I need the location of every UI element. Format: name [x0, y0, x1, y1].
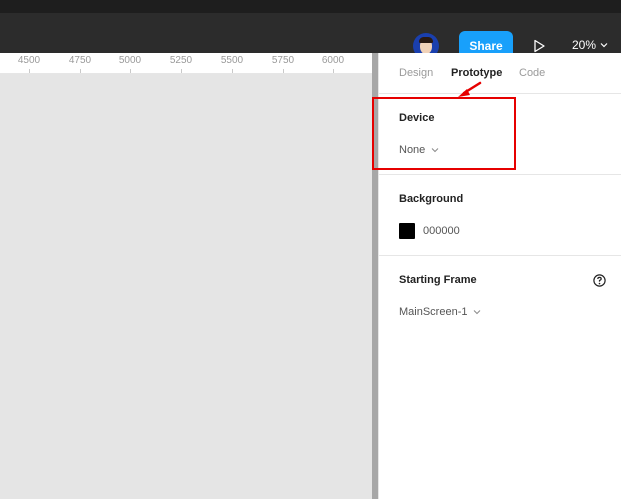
background-section: Background 000000 — [379, 175, 621, 256]
top-toolbar: Share 20% — [0, 13, 621, 61]
ruler-label: 5000 — [118, 55, 142, 66]
starting-frame-select[interactable]: MainScreen-1 — [399, 306, 481, 318]
ruler-tick — [232, 69, 233, 73]
ruler-label: 5500 — [220, 55, 244, 66]
horizontal-ruler: 4500 4750 5000 5250 5500 5750 6000 62 — [0, 53, 372, 74]
tab-design[interactable]: Design — [399, 67, 433, 79]
panel-tabs: Design Prototype Code — [379, 53, 621, 94]
play-icon[interactable] — [532, 39, 546, 53]
device-value: None — [399, 144, 426, 156]
starting-frame-title: Starting Frame — [399, 274, 477, 286]
tab-prototype[interactable]: Prototype — [451, 67, 502, 79]
ruler-tick — [333, 69, 334, 73]
background-color-value[interactable]: 000000 — [423, 225, 460, 237]
starting-frame-value: MainScreen-1 — [399, 306, 468, 318]
chevron-down-icon — [474, 310, 481, 315]
ruler-label: 4750 — [68, 55, 92, 66]
device-section: Device None — [379, 94, 621, 175]
ruler-tick — [283, 69, 284, 73]
starting-frame-section: Starting Frame MainScreen-1 — [379, 256, 621, 336]
ruler-tick — [80, 69, 81, 73]
design-canvas[interactable] — [0, 74, 372, 499]
title-bar — [0, 0, 621, 13]
chevron-down-icon — [600, 43, 608, 48]
ruler-label: 6000 — [321, 55, 345, 66]
ruler-label: 4500 — [17, 55, 41, 66]
zoom-control[interactable]: 20% — [572, 38, 608, 52]
ruler-tick — [130, 69, 131, 73]
ruler-tick — [29, 69, 30, 73]
background-title: Background — [399, 193, 464, 205]
ruler-label: 5750 — [271, 55, 295, 66]
properties-panel: Design Prototype Code Device None Backgr… — [378, 53, 621, 499]
chevron-down-icon — [431, 148, 439, 153]
tab-code[interactable]: Code — [519, 67, 545, 79]
ruler-tick — [181, 69, 182, 73]
zoom-label: 20% — [572, 38, 597, 52]
help-icon[interactable] — [593, 274, 606, 287]
ruler-label: 5250 — [169, 55, 193, 66]
color-swatch[interactable] — [399, 223, 415, 239]
device-title: Device — [399, 112, 435, 124]
background-color-row[interactable]: 000000 — [399, 223, 460, 239]
device-select[interactable]: None — [399, 144, 439, 156]
